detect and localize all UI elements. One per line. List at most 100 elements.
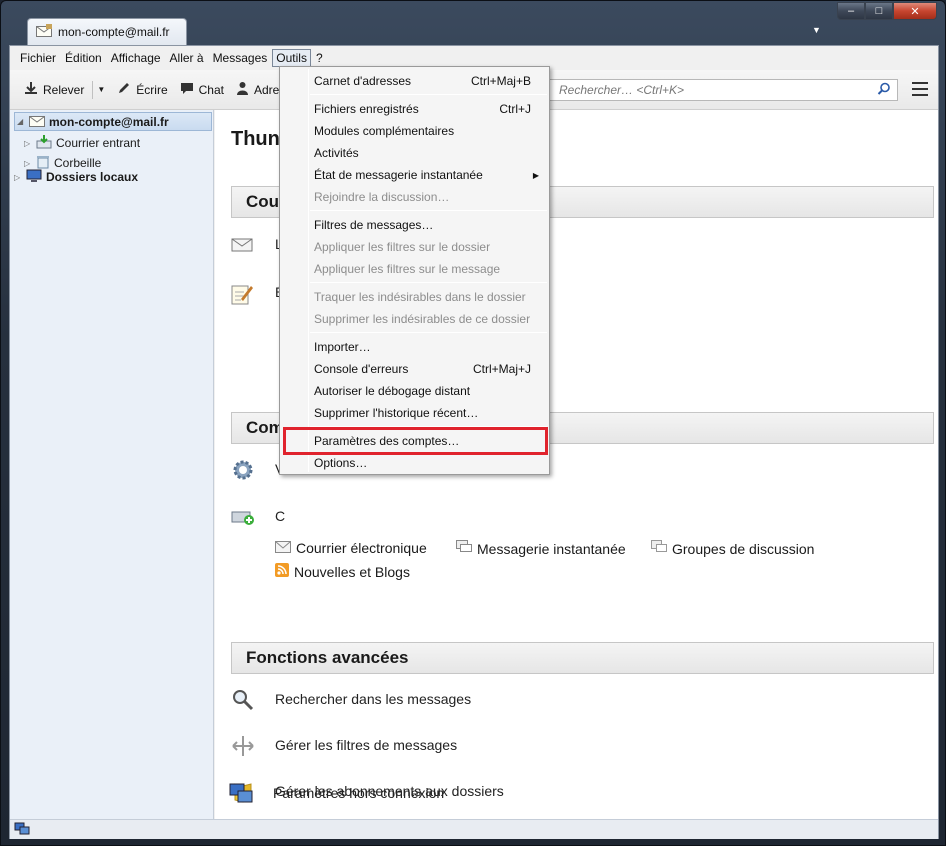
create-account-link[interactable]: C xyxy=(231,506,531,530)
mail-icon xyxy=(231,234,255,257)
newsgroups-icon xyxy=(651,540,667,557)
inbox-label: Courrier entrant xyxy=(56,136,141,150)
maximize-button[interactable]: □ xyxy=(865,2,893,20)
menu-help[interactable]: ? xyxy=(312,49,327,67)
menu-item-message-filters[interactable]: Filtres de messages… xyxy=(280,214,549,236)
folder-pane: ◢ mon-compte@mail.fr ▷ Courrier entrant … xyxy=(10,110,214,819)
annotation-highlight-box xyxy=(283,427,548,455)
person-icon xyxy=(236,81,249,98)
menu-affichage[interactable]: Affichage xyxy=(107,49,165,67)
expand-twisty-icon[interactable]: ▷ xyxy=(14,173,22,182)
expand-twisty-icon[interactable]: ▷ xyxy=(24,139,32,148)
menu-item-label: Modules complémentaires xyxy=(314,124,455,138)
menu-item-addons[interactable]: Modules complémentaires xyxy=(280,120,549,142)
menu-outils[interactable]: Outils xyxy=(272,49,311,67)
app-menu-icon[interactable] xyxy=(912,82,928,96)
folder-local[interactable]: ▷ Dossiers locaux xyxy=(14,168,138,186)
toolbar-separator xyxy=(92,80,94,99)
write-button[interactable]: Écrire xyxy=(111,78,173,101)
menu-item-label: Appliquer les filtres sur le dossier xyxy=(314,240,491,254)
maximize-icon: □ xyxy=(875,5,883,17)
feeds-label: Nouvelles et Blogs xyxy=(294,563,410,580)
manage-filters-link[interactable]: Gérer les filtres de messages xyxy=(231,734,631,758)
chat-button[interactable]: Chat xyxy=(174,78,230,101)
search-messages-label: Rechercher dans les messages xyxy=(275,691,472,707)
menu-shortcut: Ctrl+Maj+J xyxy=(472,362,531,376)
im-label: Messagerie instantanée xyxy=(477,540,626,557)
menu-item-im-status[interactable]: État de messagerie instantanée ▶ xyxy=(280,164,549,186)
menu-separator xyxy=(310,210,547,211)
close-icon: ✕ xyxy=(910,5,920,18)
menu-edition[interactable]: Édition xyxy=(61,49,106,67)
rss-icon xyxy=(275,563,289,580)
magnifier-icon xyxy=(231,688,255,715)
email-account-link[interactable]: Courrier électronique xyxy=(275,540,427,556)
menu-item-saved-files[interactable]: Fichiers enregistrés Ctrl+J xyxy=(280,98,549,120)
search-icon[interactable] xyxy=(877,82,891,99)
menu-item-label: Fichiers enregistrés xyxy=(314,102,419,116)
menu-item-label: État de messagerie instantanée xyxy=(314,168,483,182)
pencil-icon xyxy=(117,81,131,98)
submenu-arrow-icon: ▶ xyxy=(532,170,539,180)
email-label: Courrier électronique xyxy=(296,540,427,556)
network-computers-icon xyxy=(229,782,253,809)
newsgroups-account-link[interactable]: Groupes de discussion xyxy=(651,540,814,557)
menu-item-label: Filtres de messages… xyxy=(314,218,434,232)
tab-list-chevron-icon[interactable]: ▼ xyxy=(812,25,821,35)
menu-item-label: Autoriser le débogage distant xyxy=(314,384,471,398)
page-title: Thun xyxy=(231,128,280,150)
menu-separator xyxy=(310,332,547,333)
menu-item-activities[interactable]: Activités xyxy=(280,142,549,164)
menu-item-address-book[interactable]: Carnet d'adresses Ctrl+Maj+B xyxy=(280,70,549,92)
tools-menu: Carnet d'adresses Ctrl+Maj+B Fichiers enr… xyxy=(279,66,550,475)
gear-icon xyxy=(231,458,255,485)
compose-icon xyxy=(231,282,255,309)
menu-messages[interactable]: Messages xyxy=(209,49,272,67)
new-account-icon xyxy=(231,506,255,529)
menu-item-label: Traquer les indésirables dans le dossier xyxy=(314,290,526,304)
manage-filters-label: Gérer les filtres de messages xyxy=(275,737,458,753)
section-advanced-header: Fonctions avancées xyxy=(231,642,934,674)
menu-item-error-console[interactable]: Console d'erreurs Ctrl+Maj+J xyxy=(280,358,549,380)
inbox-icon xyxy=(36,134,52,152)
menu-item-remote-debugging[interactable]: Autoriser le débogage distant xyxy=(280,380,549,402)
search-input[interactable]: Rechercher… <Ctrl+K> xyxy=(548,79,898,101)
menu-item-label: Supprimer l'historique récent… xyxy=(314,406,479,420)
menu-item-join-chat: Rejoindre la discussion… xyxy=(280,186,549,208)
download-icon xyxy=(24,81,38,98)
minimize-button[interactable]: – xyxy=(837,2,865,20)
search-messages-link[interactable]: Rechercher dans les messages xyxy=(231,688,631,712)
account-name: mon-compte@mail.fr xyxy=(49,114,169,129)
menu-separator xyxy=(310,94,547,95)
account-tab[interactable]: mon-compte@mail.fr xyxy=(27,18,187,45)
menu-item-label: Supprimer les indésirables de ce dossier xyxy=(314,312,531,326)
tab-title: mon-compte@mail.fr xyxy=(58,25,170,39)
computer-icon xyxy=(26,169,42,186)
newsgroups-label: Groupes de discussion xyxy=(672,540,815,557)
create-account-label: C xyxy=(275,508,286,524)
menu-fichier[interactable]: Fichier xyxy=(16,49,60,67)
collapse-twisty-icon[interactable]: ◢ xyxy=(17,117,25,126)
get-mail-dropdown-icon[interactable]: ▼ xyxy=(95,85,111,94)
menu-item-label: Rejoindre la discussion… xyxy=(314,190,450,204)
offline-settings-link[interactable]: Paramètres hors connexion xyxy=(229,782,629,806)
menu-item-options[interactable]: Options… xyxy=(280,452,549,474)
write-label: Écrire xyxy=(136,82,168,97)
offline-status-icon[interactable] xyxy=(14,822,30,839)
folder-inbox[interactable]: ▷ Courrier entrant xyxy=(24,134,140,152)
expand-twisty-icon[interactable]: ▷ xyxy=(24,159,32,168)
minimize-icon: – xyxy=(847,5,855,17)
menu-item-import[interactable]: Importer… xyxy=(280,336,549,358)
menu-separator xyxy=(310,282,547,283)
menu-aller-a[interactable]: Aller à xyxy=(166,49,208,67)
menu-item-apply-filters-folder: Appliquer les filtres sur le dossier xyxy=(280,236,549,258)
feeds-account-link[interactable]: Nouvelles et Blogs xyxy=(275,563,410,580)
menu-item-clear-history[interactable]: Supprimer l'historique récent… xyxy=(280,402,549,424)
im-account-link[interactable]: Messagerie instantanée xyxy=(456,540,626,557)
im-bubble-icon xyxy=(456,540,472,557)
close-button[interactable]: ✕ xyxy=(893,2,937,20)
window-controls: – □ ✕ xyxy=(837,2,937,20)
get-mail-button[interactable]: Relever xyxy=(18,78,90,101)
folder-account[interactable]: ◢ mon-compte@mail.fr xyxy=(14,112,212,131)
search-placeholder: Rechercher… <Ctrl+K> xyxy=(559,83,685,97)
